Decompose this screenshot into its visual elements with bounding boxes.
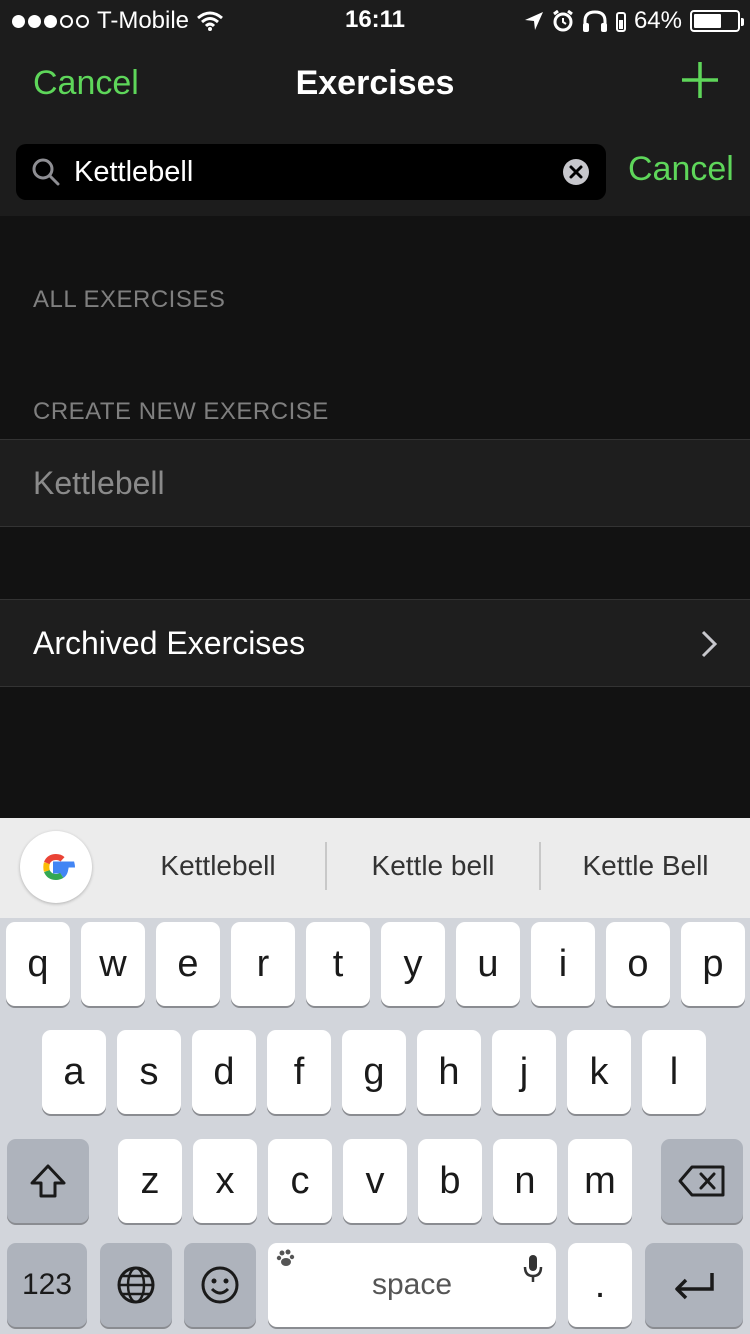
key-b[interactable]: b [418, 1139, 482, 1223]
navigation-bar: Cancel Exercises [0, 40, 750, 128]
archived-exercises-label: Archived Exercises [33, 625, 306, 661]
status-bar: T-Mobile 16:11 64% [0, 0, 750, 40]
backspace-icon [678, 1165, 725, 1197]
search-input[interactable]: Kettlebell [16, 144, 606, 200]
create-new-exercise-row[interactable]: Kettlebell [0, 439, 750, 527]
alarm-icon [553, 10, 573, 32]
key-t[interactable]: t [306, 922, 370, 1006]
globe-key[interactable] [100, 1243, 172, 1327]
globe-icon [117, 1266, 155, 1304]
emoji-key[interactable] [184, 1243, 256, 1327]
headphone-battery-icon [615, 12, 626, 32]
search-input-value: Kettlebell [74, 156, 194, 188]
key-a[interactable]: a [42, 1030, 106, 1114]
search-area: Kettlebell Cancel [0, 128, 750, 216]
numbers-key[interactable]: 123 [7, 1243, 87, 1327]
key-p[interactable]: p [681, 922, 745, 1006]
all-exercises-header: ALL EXERCISES [33, 286, 226, 313]
key-i[interactable]: i [531, 922, 595, 1006]
key-d[interactable]: d [192, 1030, 256, 1114]
key-j[interactable]: j [492, 1030, 556, 1114]
key-m[interactable]: m [568, 1139, 632, 1223]
suggestion-2[interactable]: Kettle bell [327, 850, 539, 882]
suggestion-bar: Kettlebell Kettle bell Kettle Bell [0, 818, 750, 918]
key-e[interactable]: e [156, 922, 220, 1006]
return-icon [675, 1273, 714, 1300]
microphone-icon[interactable] [522, 1253, 544, 1285]
archived-exercises-row[interactable]: Archived Exercises [0, 599, 750, 687]
page-title: Exercises [295, 64, 455, 102]
key-r[interactable]: r [231, 922, 295, 1006]
key-f[interactable]: f [267, 1030, 331, 1114]
key-o[interactable]: o [606, 922, 670, 1006]
period-key[interactable]: . [568, 1243, 632, 1327]
suggestion-1[interactable]: Kettlebell [112, 850, 324, 882]
key-c[interactable]: c [268, 1139, 332, 1223]
emoji-icon [201, 1266, 239, 1304]
space-label: space [371, 1268, 453, 1301]
key-k[interactable]: k [567, 1030, 631, 1114]
key-w[interactable]: w [81, 922, 145, 1006]
suggestion-3[interactable]: Kettle Bell [541, 850, 750, 882]
clear-search-icon[interactable] [562, 158, 590, 186]
headphones-icon [582, 10, 607, 32]
space-key[interactable]: space [268, 1243, 556, 1327]
key-u[interactable]: u [456, 922, 520, 1006]
key-z[interactable]: z [118, 1139, 182, 1223]
keyboard: Kettlebell Kettle bell Kettle Bell qwert… [0, 818, 750, 1334]
key-n[interactable]: n [493, 1139, 557, 1223]
create-new-exercise-label: Kettlebell [33, 465, 165, 501]
status-right: 64% [524, 6, 744, 36]
shift-icon [30, 1164, 66, 1198]
location-arrow-icon [524, 12, 543, 30]
key-x[interactable]: x [193, 1139, 257, 1223]
backspace-key[interactable] [661, 1139, 743, 1223]
key-h[interactable]: h [417, 1030, 481, 1114]
return-key[interactable] [645, 1243, 743, 1327]
key-l[interactable]: l [642, 1030, 706, 1114]
create-new-exercise-header: CREATE NEW EXERCISE [33, 398, 329, 425]
gif-paw-icon [276, 1249, 295, 1266]
battery-fill [694, 14, 721, 28]
search-cancel-button[interactable]: Cancel [628, 150, 734, 189]
key-q[interactable]: q [6, 922, 70, 1006]
battery-percent: 64% [633, 7, 682, 34]
shift-key[interactable] [7, 1139, 89, 1223]
add-exercise-button[interactable] [680, 60, 720, 100]
battery-icon [690, 10, 744, 32]
key-s[interactable]: s [117, 1030, 181, 1114]
key-y[interactable]: y [381, 922, 445, 1006]
chevron-right-icon [701, 630, 718, 658]
google-logo-icon[interactable] [20, 831, 92, 903]
key-v[interactable]: v [343, 1139, 407, 1223]
search-icon [32, 158, 60, 186]
key-g[interactable]: g [342, 1030, 406, 1114]
